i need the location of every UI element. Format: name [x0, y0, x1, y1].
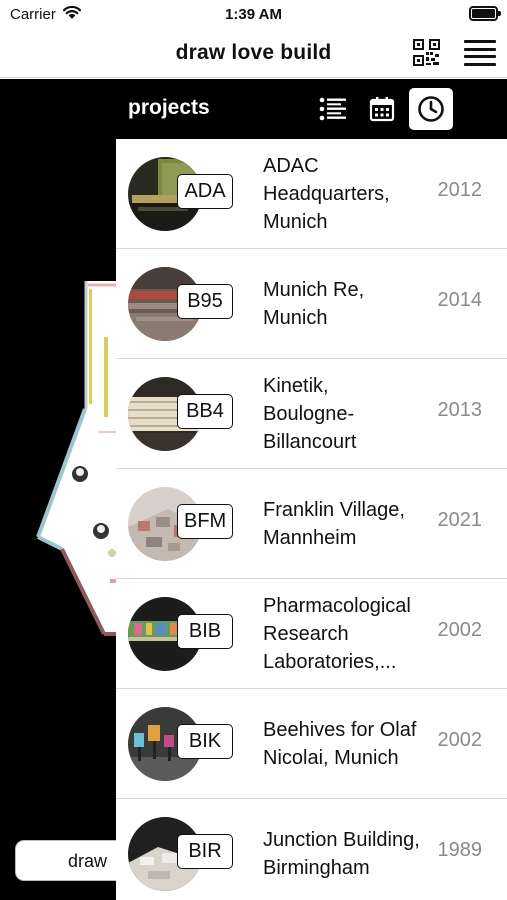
project-year: 2014 — [437, 289, 483, 311]
project-row-bik[interactable]: BIK Beehives for Olaf Nicolai, Munich 20… — [116, 689, 507, 799]
project-row-ada[interactable]: ADA ADAC Headquarters, Munich 2012 — [116, 139, 507, 249]
project-code-badge: BIB — [177, 614, 233, 649]
project-name: Kinetik, Boulogne-Billancourt — [263, 375, 357, 453]
project-year: 2012 — [437, 179, 483, 201]
status-bar: Carrier 1:39 AM — [0, 0, 507, 30]
project-name: Franklin Village, Mannheim — [263, 499, 405, 549]
battery-icon — [469, 6, 501, 21]
project-name: Beehives for Olaf Nicolai, Munich — [263, 719, 417, 769]
project-year: 2013 — [437, 399, 483, 421]
calendar-icon — [369, 97, 395, 122]
clock-icon — [418, 96, 444, 122]
project-year: 2002 — [437, 729, 483, 751]
project-code-badge: BB4 — [177, 394, 233, 429]
project-name: Pharmacological Research Laboratories,..… — [263, 595, 411, 673]
project-name: ADAC Headquarters, Munich — [263, 155, 390, 233]
chronological-view-button[interactable] — [409, 88, 453, 130]
project-row-b95[interactable]: B95 Munich Re, Munich 2014 — [116, 249, 507, 359]
status-time: 1:39 AM — [225, 6, 282, 23]
projects-panel: projects ADA ADAC Headquarters, Munich 2… — [116, 79, 507, 900]
project-name: Munich Re, Munich — [263, 279, 365, 329]
calendar-view-button[interactable] — [362, 88, 402, 130]
project-name: Junction Building, Birmingham — [263, 829, 420, 879]
panel-header: projects — [116, 79, 507, 139]
panel-title: projects — [128, 96, 210, 119]
project-code-badge: ADA — [177, 174, 233, 209]
project-year: 2021 — [437, 509, 483, 531]
project-row-bir[interactable]: BIR Junction Building, Birmingham 1989 — [116, 799, 507, 900]
project-code-badge: BIR — [177, 834, 233, 869]
project-row-bfm[interactable]: BFM Franklin Village, Mannheim 2021 — [116, 469, 507, 579]
hamburger-menu-icon[interactable] — [464, 40, 496, 66]
project-year: 1989 — [437, 839, 483, 861]
project-code-badge: BIK — [177, 724, 233, 759]
project-code-badge: B95 — [177, 284, 233, 319]
nav-bar: draw love build — [0, 30, 507, 78]
project-row-bb4[interactable]: BB4 Kinetik, Boulogne-Billancourt 2013 — [116, 359, 507, 469]
site-plan-drawing — [36, 281, 120, 636]
project-code-badge: BFM — [177, 504, 234, 539]
qr-code-icon[interactable] — [413, 39, 440, 66]
project-row-bib[interactable]: BIB Pharmacological Research Laboratorie… — [116, 579, 507, 689]
list-icon — [319, 97, 346, 121]
project-year: 2002 — [437, 619, 483, 641]
project-list: ADA ADAC Headquarters, Munich 2012 B95 M… — [116, 139, 507, 900]
list-view-button[interactable] — [313, 88, 353, 130]
